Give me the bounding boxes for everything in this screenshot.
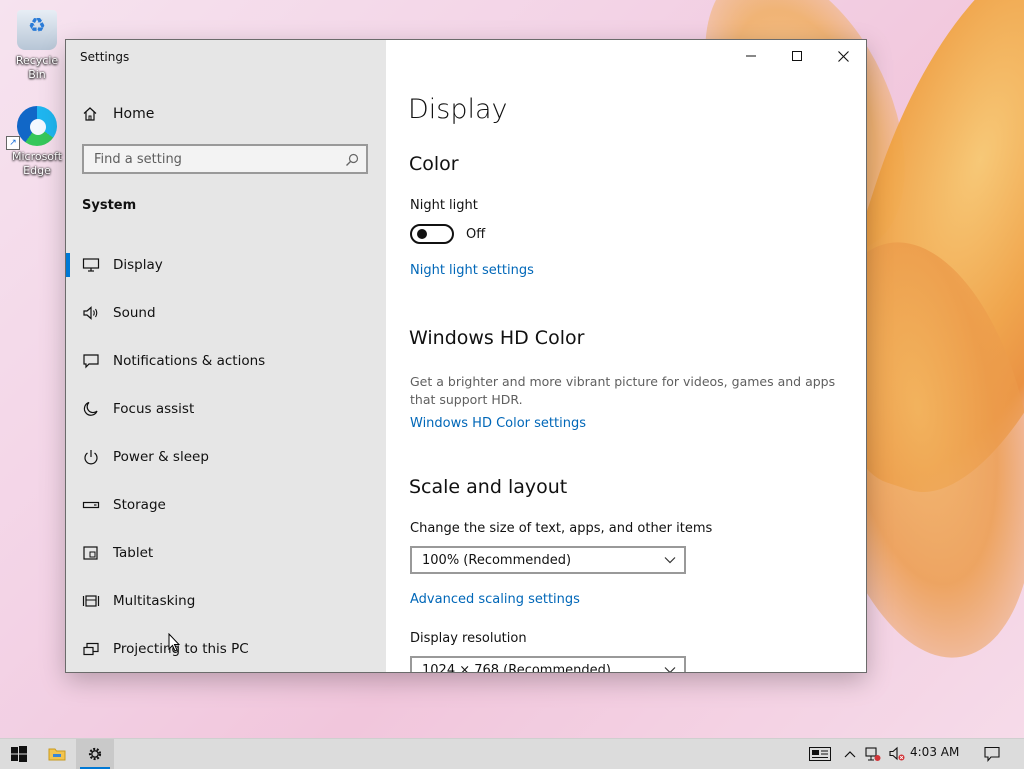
search-box[interactable] <box>82 144 368 174</box>
scale-size-label: Change the size of text, apps, and other… <box>410 521 713 536</box>
volume-button[interactable] <box>886 739 908 769</box>
display-settings-panel: Display Color Night light Off Night ligh… <box>386 40 866 672</box>
display-resolution-dropdown[interactable]: 1024 × 768 (Recommended) <box>410 656 686 672</box>
home-nav-item[interactable]: Home <box>80 102 154 126</box>
volume-muted-icon <box>889 746 905 761</box>
news-icon <box>809 747 831 761</box>
window-title: Settings <box>80 50 130 64</box>
hd-color-heading: Windows HD Color <box>409 327 585 349</box>
sidebar-item-tablet[interactable]: Tablet <box>66 529 386 577</box>
sidebar-item-label: Storage <box>113 497 166 513</box>
advanced-scaling-link[interactable]: Advanced scaling settings <box>410 592 580 607</box>
start-button[interactable] <box>0 739 38 769</box>
chevron-up-icon <box>844 751 856 758</box>
notification-icon <box>984 746 1000 762</box>
sidebar: Settings Home System Display <box>66 40 386 672</box>
page-title: Display <box>408 94 508 125</box>
storage-icon <box>80 497 102 513</box>
system-nav-list: Display Sound Notifications & actions Fo… <box>66 241 386 672</box>
edge-desktop-icon[interactable]: ↗ Microsoft Edge <box>6 106 68 178</box>
night-light-state: Off <box>466 226 486 242</box>
projecting-icon <box>80 641 102 657</box>
windows-logo-icon <box>11 746 27 762</box>
night-light-toggle-row: Off <box>410 224 485 244</box>
sidebar-item-storage[interactable]: Storage <box>66 481 386 529</box>
sidebar-item-multitasking[interactable]: Multitasking <box>66 577 386 625</box>
scale-layout-heading: Scale and layout <box>409 476 568 498</box>
sidebar-item-sound[interactable]: Sound <box>66 289 386 337</box>
news-widget-button[interactable] <box>802 739 838 769</box>
tablet-icon <box>80 545 102 561</box>
search-icon[interactable] <box>345 152 359 171</box>
home-icon <box>80 106 100 122</box>
sidebar-item-label: Sound <box>113 305 156 321</box>
hd-color-description: Get a brighter and more vibrant picture … <box>410 374 836 407</box>
sidebar-item-power-sleep[interactable]: Power & sleep <box>66 433 386 481</box>
recycle-bin-icon <box>17 10 57 50</box>
mouse-cursor-icon <box>168 633 180 652</box>
sidebar-item-label: Power & sleep <box>113 449 209 465</box>
desktop-icon-label: Recycle Bin <box>15 54 59 81</box>
section-label: System <box>82 198 137 213</box>
folder-icon <box>48 748 66 761</box>
display-resolution-value: 1024 × 768 (Recommended) <box>422 663 611 672</box>
sidebar-item-focus-assist[interactable]: Focus assist <box>66 385 386 433</box>
sidebar-item-label: Focus assist <box>113 401 195 417</box>
file-explorer-taskbar-button[interactable] <box>38 739 76 769</box>
moon-icon <box>80 401 102 417</box>
network-icon <box>865 747 881 761</box>
night-light-settings-link[interactable]: Night light settings <box>410 263 534 278</box>
chevron-down-icon <box>664 557 676 564</box>
taskbar-clock[interactable]: 4:03 AM <box>910 745 959 759</box>
search-input[interactable] <box>84 146 344 172</box>
scale-size-dropdown[interactable]: 100% (Recommended) <box>410 546 686 574</box>
taskbar: 4:03 AM <box>0 738 1024 769</box>
home-label: Home <box>113 106 155 122</box>
desktop-icon-label: Microsoft Edge <box>11 150 63 177</box>
edge-icon <box>17 106 57 146</box>
color-heading: Color <box>409 153 459 175</box>
settings-window: Settings Home System Display <box>66 40 866 672</box>
night-light-toggle[interactable] <box>410 224 454 244</box>
sidebar-item-label: Multitasking <box>113 593 196 609</box>
power-icon <box>80 449 102 465</box>
action-center-button[interactable] <box>978 739 1006 769</box>
sidebar-item-label: Tablet <box>113 545 154 561</box>
settings-taskbar-button[interactable] <box>76 739 114 769</box>
gear-icon <box>88 747 102 761</box>
hd-color-settings-link[interactable]: Windows HD Color settings <box>410 416 586 431</box>
recycle-bin-desktop-icon[interactable]: Recycle Bin <box>6 10 68 82</box>
scale-size-value: 100% (Recommended) <box>422 553 572 568</box>
multitasking-icon <box>80 593 102 609</box>
sidebar-item-label: Projecting to this PC <box>113 641 249 657</box>
sidebar-item-notifications[interactable]: Notifications & actions <box>66 337 386 385</box>
speaker-icon <box>80 305 102 321</box>
sidebar-item-display[interactable]: Display <box>66 241 386 289</box>
chevron-down-icon <box>664 667 676 672</box>
display-resolution-label: Display resolution <box>410 631 527 646</box>
monitor-icon <box>80 257 102 273</box>
sidebar-item-label: Notifications & actions <box>113 353 266 369</box>
sidebar-item-projecting[interactable]: Projecting to this PC <box>66 625 386 672</box>
network-button[interactable] <box>862 739 884 769</box>
shortcut-arrow-icon: ↗ <box>6 136 20 150</box>
night-light-label: Night light <box>410 198 478 213</box>
show-hidden-icons-button[interactable] <box>840 739 860 769</box>
sidebar-item-label: Display <box>113 257 163 273</box>
message-icon <box>80 353 102 369</box>
